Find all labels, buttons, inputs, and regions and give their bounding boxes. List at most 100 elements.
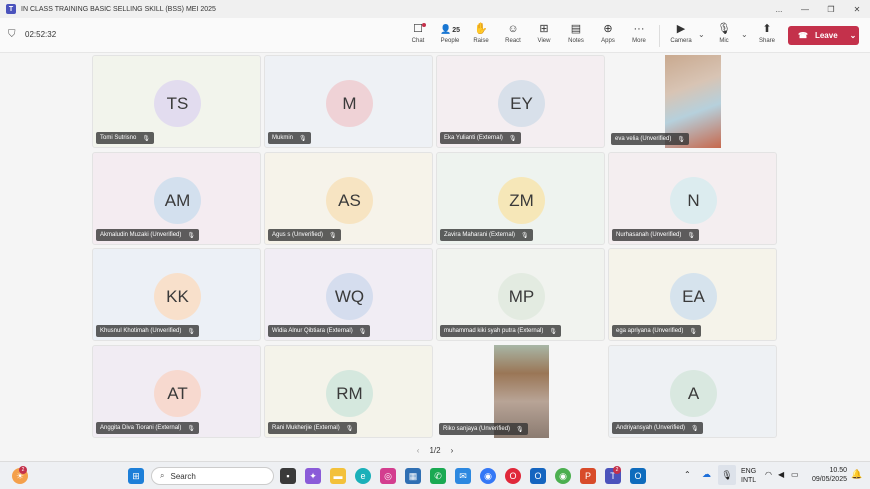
file-explorer-icon[interactable]: ▬ [330,468,346,484]
mic-button[interactable]: 🎙 Mic [707,22,741,50]
minimize-button[interactable]: — [792,0,818,18]
raise-hand-button[interactable]: ✋ Raise [464,22,498,50]
powerpoint-icon[interactable]: P [580,468,596,484]
participant-name-tag: Rani Mukherjie (External) 🎙 [268,422,358,434]
participant-name: Rani Mukherjie (External) [272,425,340,431]
notes-button[interactable]: ▤ Notes [559,22,593,50]
participant-tile[interactable]: RM Rani Mukherjie (External) 🎙 [264,345,433,438]
participant-tile[interactable]: M Mukmin 🎙 [264,55,433,148]
copilot-icon[interactable]: ✦ [305,468,321,484]
maximize-button[interactable]: ❐ [818,0,844,18]
leave-button[interactable]: ☎ Leave ⌄ [788,26,859,45]
people-button[interactable]: 👤25 People [433,22,467,50]
mic-muted-icon: 🎙 [691,425,699,432]
mic-muted-icon: 🎙 [549,328,557,335]
notes-icon: ▤ [570,23,582,35]
apps-icon: ⊕ [603,23,613,35]
volume-icon[interactable]: ◀ [778,470,784,479]
taskbar-search[interactable]: ⌕ Search [151,467,274,485]
participant-tile[interactable]: TS Tomi Sutrisno 🎙 [92,55,261,148]
outlook-new-icon[interactable]: O [630,468,646,484]
mic-muted-icon: 🎙 [521,232,529,239]
close-button[interactable]: ✕ [844,0,870,18]
participant-tile[interactable]: AT Anggita Diva Tiorani (External) 🎙 [92,345,261,438]
battery-icon[interactable]: ▭ [791,470,799,479]
view-button[interactable]: ⊞ View [527,22,561,50]
camera-options-chevron-icon[interactable]: ⌄ [698,30,705,39]
show-hidden-icons-chevron-icon[interactable]: ⌃ [684,470,691,479]
participant-tile[interactable]: KK Khusnul Khotimah (Unverified) 🎙 [92,248,261,341]
teams-app-icon: T [6,4,16,14]
participant-name-tag: Nurhasanah (Unverified) 🎙 [612,229,699,241]
weather-badge: 2 [19,466,27,474]
mic-muted-icon: 🎙 [687,232,695,239]
mic-in-use-icon[interactable]: 🎙 [718,465,736,485]
share-button[interactable]: ⬆ Share [750,22,784,50]
instagram-icon[interactable]: ◎ [380,468,396,484]
clock-date: 09/05/2025 [811,476,847,483]
windows-start-icon[interactable]: ⊞ [128,468,144,484]
next-page-icon[interactable]: › [451,446,454,455]
participant-name: Riko sanjaya (Unverified) [443,426,511,432]
participant-tile[interactable]: EA ega apriyana (Unverified) 🎙 [608,248,777,341]
participant-avatar: WQ [326,273,373,320]
participant-name: ega apriyana (Unverified) [616,328,684,334]
page-navigator: ‹ 1/2 › [0,443,870,457]
title-bar: T IN CLASS TRAINING BASIC SELLING SKILL … [0,0,870,18]
raise-hand-icon: ✋ [474,23,488,35]
chat-button[interactable]: ☐ Chat [401,22,435,50]
mic-muted-icon: 🎙 [689,328,697,335]
participant-tile[interactable]: Riko sanjaya (Unverified) 🎙 [436,345,605,438]
notes-label: Notes [568,38,584,44]
participant-tile[interactable]: AM Akmaludin Muzaki (Unverified) 🎙 [92,152,261,245]
participant-name: Andriyansyah (Unverified) [616,425,686,431]
participant-avatar: M [326,80,373,127]
edge-browser-icon[interactable]: e [355,468,371,484]
chrome-alt-icon[interactable]: ◉ [480,468,496,484]
opera-icon[interactable]: O [505,468,521,484]
more-options-icon[interactable]: ... [766,0,792,18]
clock[interactable]: 10.50 09/05/2025 [809,466,847,484]
leave-label: Leave [814,31,838,40]
leave-chevron-icon[interactable]: ⌄ [850,31,857,40]
window-title: IN CLASS TRAINING BASIC SELLING SKILL (B… [21,5,216,13]
more-button[interactable]: ··· More [622,22,656,50]
participant-tile[interactable]: EY Eka Yulianti (External) 🎙 [436,55,605,148]
participant-tile[interactable]: eva velia (Unverified) 🎙 [608,55,777,148]
participant-tile[interactable]: N Nurhasanah (Unverified) 🎙 [608,152,777,245]
react-label: React [505,38,521,44]
wifi-icon[interactable]: ◠ [765,470,772,479]
task-view-icon[interactable]: ▪ [280,468,296,484]
notification-bell-icon[interactable]: 🔔 [851,469,862,480]
outlook-icon[interactable]: O [530,468,546,484]
mail-app-icon[interactable]: ✉ [455,468,471,484]
mic-options-chevron-icon[interactable]: ⌄ [741,30,748,39]
participant-tile[interactable]: A Andriyansyah (Unverified) 🎙 [608,345,777,438]
previous-page-icon[interactable]: ‹ [417,446,420,455]
whatsapp-icon[interactable]: ✆ [430,468,446,484]
language-indicator[interactable]: ENG INTL [741,467,756,485]
participant-tile[interactable]: MP muhammad kiki syah putra (External) 🎙 [436,248,605,341]
participant-tile[interactable]: WQ Widia Alnur Qibtiara (External) 🎙 [264,248,433,341]
participant-name-tag: Akmaludin Muzaki (Unverified) 🎙 [96,229,199,241]
participant-name: Anggita Diva Tiorani (External) [100,425,182,431]
chrome-icon[interactable]: ◉ [555,468,571,484]
participant-name: Akmaludin Muzaki (Unverified) [100,232,182,238]
participant-tile[interactable]: ZM Zavira Maharani (External) 🎙 [436,152,605,245]
participant-avatar: EA [670,273,717,320]
share-label: Share [758,38,775,44]
apps-button[interactable]: ⊕ Apps [591,22,625,50]
camera-off-icon: ▶ [676,23,686,35]
participant-name: Agus s (Unverified) [272,232,324,238]
participant-name-tag: Zavira Maharani (External) 🎙 [440,229,533,241]
search-placeholder: Search [170,471,196,481]
camera-button[interactable]: ▶ Camera [664,22,698,50]
participant-name-tag: Mukmin 🎙 [268,132,311,144]
participant-name: Khusnul Khotimah (Unverified) [100,328,182,334]
participant-tile[interactable]: AS Agus s (Unverified) 🎙 [264,152,433,245]
onedrive-icon[interactable]: ☁ [702,469,711,480]
react-button[interactable]: ☺ React [496,22,530,50]
clock-time: 10.50 [829,467,847,474]
participant-name-tag: Tomi Sutrisno 🎙 [96,132,154,144]
microsoft-store-icon[interactable]: ▦ [405,468,421,484]
